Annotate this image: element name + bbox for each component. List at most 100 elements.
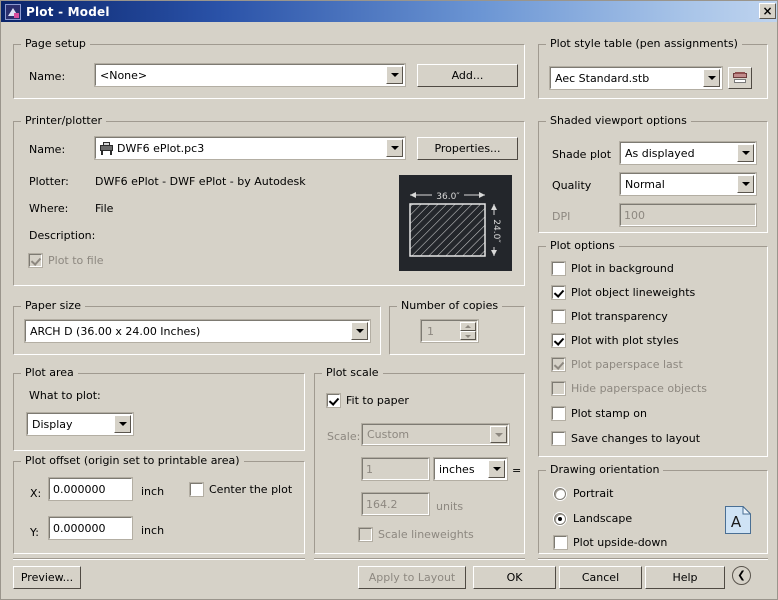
plot-upside-down-checkbox[interactable]: Plot upside-down xyxy=(554,536,667,549)
quality-label: Quality xyxy=(552,179,591,192)
plot-option-label: Plot with plot styles xyxy=(571,334,679,347)
plot-upside-down-label: Plot upside-down xyxy=(573,536,667,549)
printer-name-combo[interactable]: DWF6 ePlot.pc3 xyxy=(95,137,405,159)
cancel-button[interactable]: Cancel xyxy=(559,566,642,589)
plot-option-plot-in-background[interactable]: Plot in background xyxy=(552,262,674,275)
offset-x-unit: inch xyxy=(141,485,164,498)
svg-text:24.0″: 24.0″ xyxy=(491,219,501,243)
chevron-down-icon[interactable] xyxy=(703,69,720,87)
paper-size-label: Paper size xyxy=(21,299,85,312)
plot-option-plot-transparency[interactable]: Plot transparency xyxy=(552,310,668,323)
chevron-down-icon[interactable] xyxy=(386,139,403,157)
plot-scale-label: Plot scale xyxy=(322,366,383,379)
chevron-down-icon[interactable] xyxy=(114,415,131,433)
offset-y-input[interactable]: 0.000000 xyxy=(49,517,132,539)
paper-preview-svg: 36.0″ 24.0″ xyxy=(399,175,512,271)
page-setup-name-combo[interactable]: <None> xyxy=(95,64,405,86)
plot-area-group: Plot area What to plot: Display xyxy=(13,366,305,451)
offset-y-unit: inch xyxy=(141,524,164,537)
chevron-down-icon[interactable] xyxy=(737,175,754,193)
what-to-plot-combo[interactable]: Display xyxy=(27,413,133,435)
close-icon[interactable]: × xyxy=(759,3,776,19)
fit-to-paper-label: Fit to paper xyxy=(346,394,409,407)
page-setup-name-value: <None> xyxy=(96,69,386,82)
chevron-down-icon[interactable] xyxy=(351,322,368,340)
plotter-value: DWF6 ePlot - DWF ePlot - by Autodesk xyxy=(95,175,306,188)
plot-option-plot-object-lineweights[interactable]: Plot object lineweights xyxy=(552,286,695,299)
plot-offset-label: Plot offset (origin set to printable are… xyxy=(21,454,244,467)
svg-text:A: A xyxy=(731,513,742,531)
paper-preview-thumbnail: 36.0″ 24.0″ xyxy=(399,175,512,271)
expand-collapse-button[interactable]: ❮ xyxy=(732,566,751,585)
plot-area-label: Plot area xyxy=(21,366,78,379)
center-the-plot-label: Center the plot xyxy=(209,483,292,496)
offset-x-input[interactable]: 0.000000 xyxy=(49,478,132,500)
page-setup-name-label: Name: xyxy=(29,70,65,83)
copies-value: 1 xyxy=(422,325,460,338)
drawing-orientation-group: Drawing orientation Portrait Landscape P… xyxy=(538,463,768,554)
orientation-landscape-radio[interactable]: Landscape xyxy=(554,512,632,525)
paper-size-group: Paper size ARCH D (36.00 x 24.00 Inches) xyxy=(13,299,381,355)
scale-units-label: units xyxy=(436,500,463,513)
plot-dialog: Plot - Model × Page setup Name: <None> A… xyxy=(0,0,778,600)
shaded-viewport-label: Shaded viewport options xyxy=(546,114,691,127)
quality-combo[interactable]: Normal xyxy=(620,173,756,195)
plot-scale-group: Plot scale Fit to paper Scale: Custom 1 … xyxy=(314,366,525,554)
ok-button[interactable]: OK xyxy=(473,566,556,589)
scale-lineweights-label: Scale lineweights xyxy=(378,528,474,541)
paper-size-combo[interactable]: ARCH D (36.00 x 24.00 Inches) xyxy=(25,320,370,342)
where-label: Where: xyxy=(29,202,68,215)
plot-option-plot-stamp-on[interactable]: Plot stamp on xyxy=(552,407,647,420)
plot-option-label: Save changes to layout xyxy=(571,432,700,445)
quality-value: Normal xyxy=(621,178,737,191)
autocad-plot-icon xyxy=(5,4,21,20)
offset-x-label: X: xyxy=(30,487,41,500)
footer-divider-right xyxy=(538,558,768,560)
chevron-down-icon[interactable] xyxy=(737,144,754,162)
footer-divider-left xyxy=(13,558,305,560)
plot-offset-group: Plot offset (origin set to printable are… xyxy=(13,454,305,554)
description-label: Description: xyxy=(29,229,95,242)
drawing-orientation-label: Drawing orientation xyxy=(546,463,663,476)
number-of-copies-label: Number of copies xyxy=(397,299,502,312)
footer-divider-mid xyxy=(314,558,525,560)
plot-option-plot-paperspace-last: Plot paperspace last xyxy=(552,358,683,371)
plotter-icon xyxy=(99,142,114,155)
plot-options-group: Plot options Plot in background Plot obj… xyxy=(538,239,768,457)
add-page-setup-button[interactable]: Add... xyxy=(417,64,518,87)
preview-button[interactable]: Preview... xyxy=(13,566,81,589)
scale-value: Custom xyxy=(363,428,490,441)
dpi-label: DPI xyxy=(552,210,570,223)
plot-option-label: Plot paperspace last xyxy=(571,358,683,371)
scale-unit-combo[interactable]: inches xyxy=(434,458,507,480)
scale-combo: Custom xyxy=(362,424,509,445)
chevron-down-icon[interactable] xyxy=(386,66,403,84)
plot-style-table-label: Plot style table (pen assignments) xyxy=(546,37,742,50)
page-setup-label: Page setup xyxy=(21,37,90,50)
fit-to-paper-checkbox[interactable]: Fit to paper xyxy=(327,394,409,407)
printer-properties-button[interactable]: Properties... xyxy=(417,137,518,160)
help-button[interactable]: Help xyxy=(645,566,725,589)
center-the-plot-checkbox[interactable]: Center the plot xyxy=(190,483,292,496)
printer-plotter-group: Printer/plotter Name: DWF6 ePlot.pc3 Pro… xyxy=(13,114,525,286)
paper-size-value: ARCH D (36.00 x 24.00 Inches) xyxy=(26,325,351,338)
portrait-label: Portrait xyxy=(573,487,613,500)
plot-style-table-value: Aec Standard.stb xyxy=(551,72,703,85)
plot-option-label: Plot in background xyxy=(571,262,674,275)
plotter-label: Plotter: xyxy=(29,175,69,188)
dpi-input: 100 xyxy=(620,204,756,226)
plot-style-table-combo[interactable]: Aec Standard.stb xyxy=(550,67,722,89)
window-title: Plot - Model xyxy=(26,5,110,19)
plot-style-editor-icon xyxy=(733,72,747,85)
number-of-copies-group: Number of copies 1 xyxy=(389,299,525,355)
shade-plot-combo[interactable]: As displayed xyxy=(620,142,756,164)
plot-option-plot-with-plot-styles[interactable]: Plot with plot styles xyxy=(552,334,679,347)
printer-plotter-label: Printer/plotter xyxy=(21,114,106,127)
plot-option-label: Plot transparency xyxy=(571,310,668,323)
orientation-portrait-radio[interactable]: Portrait xyxy=(554,487,613,500)
chevron-down-icon[interactable] xyxy=(488,460,505,478)
plot-option-save-changes-to-layout[interactable]: Save changes to layout xyxy=(552,432,700,445)
scale-numerator-input: 1 xyxy=(362,458,429,480)
plot-style-editor-button[interactable] xyxy=(728,67,752,89)
scale-label: Scale: xyxy=(327,430,360,443)
